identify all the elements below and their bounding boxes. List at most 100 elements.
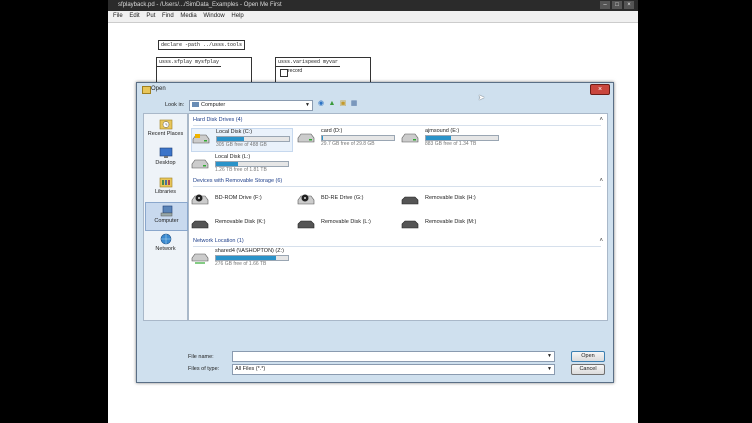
app-menu-bar: File Edit Put Find Media Window Help: [108, 11, 638, 23]
drive-free-space: 276 GB free of 1.66 TB: [215, 261, 267, 267]
place-network[interactable]: Network: [145, 231, 186, 258]
back-button[interactable]: ◉: [317, 100, 325, 108]
chevron-down-icon: ▼: [305, 102, 310, 108]
removable-disk-icon: [297, 220, 315, 229]
place-label: Desktop: [155, 160, 176, 166]
drive-free-space: 29.7 GB free of 29.8 GB: [321, 141, 375, 147]
group-label: Hard Disk Drives (4): [193, 117, 243, 123]
group-header-hard-disks[interactable]: Hard Disk Drives (4) ˄: [193, 117, 603, 126]
drive-usage-fill: [322, 136, 323, 140]
network-icon: [160, 233, 171, 245]
drive-name: ajmsound (E:): [425, 128, 460, 134]
removable-disk-icon: [401, 220, 419, 229]
bd-re-drive-icon: [297, 194, 315, 205]
windows-drive-icon: [192, 134, 210, 144]
collapse-chevron-icon[interactable]: ˄: [599, 178, 603, 184]
drive-name: BD-ROM Drive (F:): [215, 195, 262, 201]
look-in-dropdown[interactable]: Computer ▼: [189, 100, 313, 111]
removable-disk-icon: [401, 196, 419, 205]
cancel-button[interactable]: Cancel: [571, 364, 605, 375]
file-list-pane[interactable]: Hard Disk Drives (4) ˄ Local Disk (C:) 3…: [188, 113, 608, 321]
hard-drive-icon: [297, 133, 315, 143]
place-label: Network: [155, 246, 176, 252]
dialog-toolbar: ◉ ▲ ▣ ▦: [317, 100, 358, 108]
group-divider: [193, 246, 601, 247]
collapse-chevron-icon[interactable]: ˄: [599, 238, 603, 244]
varispeed-object[interactable]: usss.varispeed myvar: [276, 58, 341, 67]
file-type-label: Files of type:: [188, 366, 220, 372]
dialog-close-button[interactable]: ×: [590, 84, 610, 95]
collapse-chevron-icon[interactable]: ˄: [599, 117, 603, 123]
drive-item[interactable]: card (D:) 29.7 GB free of 29.8 GB: [297, 128, 397, 150]
look-in-value: Computer: [201, 102, 226, 108]
place-computer[interactable]: Computer: [145, 202, 188, 231]
view-menu-button[interactable]: ▦: [350, 100, 358, 108]
drive-item[interactable]: shared4 (\\ASHOPTON) (Z:) 276 GB free of…: [191, 248, 291, 270]
up-folder-button[interactable]: ▲: [328, 100, 336, 108]
declare-object[interactable]: declare -path ../usss.tools: [158, 40, 246, 50]
drive-usage-fill: [216, 162, 238, 166]
menu-put[interactable]: Put: [146, 11, 155, 22]
computer-icon: [160, 205, 172, 217]
new-folder-button[interactable]: ▣: [339, 100, 347, 108]
open-button[interactable]: Open: [571, 351, 605, 362]
open-dialog: Open × Look in: Computer ▼ ◉ ▲ ▣ ▦ Recen…: [136, 82, 614, 383]
file-type-select[interactable]: All Files (*.*) ▼: [232, 364, 555, 375]
minimize-button[interactable]: –: [600, 1, 610, 9]
menu-window[interactable]: Window: [203, 11, 224, 22]
place-desktop[interactable]: Desktop: [145, 145, 186, 172]
drive-usage-fill: [216, 256, 277, 260]
menu-find[interactable]: Find: [162, 11, 174, 22]
record-label: record: [288, 68, 303, 74]
menu-edit[interactable]: Edit: [129, 11, 139, 22]
drive-item[interactable]: Removable Disk (L:): [297, 214, 397, 236]
look-in-label: Look in:: [165, 102, 185, 108]
drive-item[interactable]: Local Disk (L:) 1.26 TB free of 1.81 TB: [191, 154, 291, 176]
group-divider: [193, 186, 601, 187]
drive-name: Local Disk (L:): [215, 154, 251, 160]
menu-media[interactable]: Media: [180, 11, 196, 22]
group-divider: [193, 125, 601, 126]
drive-item[interactable]: Removable Disk (H:): [401, 190, 501, 212]
drive-item[interactable]: ajmsound (E:) 883 GB free of 1.34 TB: [401, 128, 501, 150]
drive-item[interactable]: BD-RE Drive (G:): [297, 190, 397, 212]
group-header-removable-storage[interactable]: Devices with Removable Storage (6) ˄: [193, 178, 603, 187]
chevron-down-icon[interactable]: ▼: [547, 352, 552, 361]
file-name-input[interactable]: ▼: [232, 351, 555, 362]
maximize-button[interactable]: □: [612, 1, 622, 9]
drive-name: BD-RE Drive (G:): [321, 195, 364, 201]
removable-disk-icon: [191, 220, 209, 229]
menu-file[interactable]: File: [113, 11, 123, 22]
app-window-controls: – □ ×: [600, 1, 634, 9]
network-drive-icon: [191, 253, 209, 264]
file-type-value: All Files (*.*): [235, 366, 266, 372]
place-libraries[interactable]: Libraries: [145, 174, 186, 201]
dialog-title-bar[interactable]: Open ×: [137, 83, 613, 96]
menu-help[interactable]: Help: [231, 11, 243, 22]
record-toggle[interactable]: [280, 69, 288, 77]
drive-item[interactable]: BD-ROM Drive (F:): [191, 190, 291, 212]
group-label: Devices with Removable Storage (6): [193, 178, 283, 184]
drive-name: shared4 (\\ASHOPTON) (Z:): [215, 248, 284, 254]
computer-icon: [192, 102, 199, 108]
recent-places-icon: [159, 119, 172, 130]
group-header-network-location[interactable]: Network Location (1) ˄: [193, 238, 603, 247]
folder-icon: [142, 86, 151, 94]
drive-name: Removable Disk (K:): [215, 219, 266, 225]
file-name-label: File name:: [188, 354, 214, 360]
libraries-icon: [159, 177, 172, 188]
drive-free-space: 1.26 TB free of 1.81 TB: [215, 167, 267, 173]
drive-name: Local Disk (C:): [216, 129, 253, 135]
drive-usage-fill: [426, 136, 452, 140]
place-label: Recent Places: [147, 131, 184, 137]
close-button[interactable]: ×: [624, 1, 634, 9]
place-recent-places[interactable]: Recent Places: [145, 116, 186, 143]
drive-item[interactable]: Local Disk (C:) 305 GB free of 488 GB: [191, 128, 293, 152]
app-title: sfplayback.pd - /Users/.../SimData_Examp…: [118, 2, 282, 8]
sfplay-object[interactable]: usss.sfplay mysfplay: [157, 58, 222, 67]
drive-item[interactable]: Removable Disk (M:): [401, 214, 501, 236]
chevron-down-icon[interactable]: ▼: [547, 365, 552, 374]
drive-item[interactable]: Removable Disk (K:): [191, 214, 291, 236]
drive-usage-fill: [217, 137, 244, 141]
bd-rom-drive-icon: [191, 194, 209, 205]
